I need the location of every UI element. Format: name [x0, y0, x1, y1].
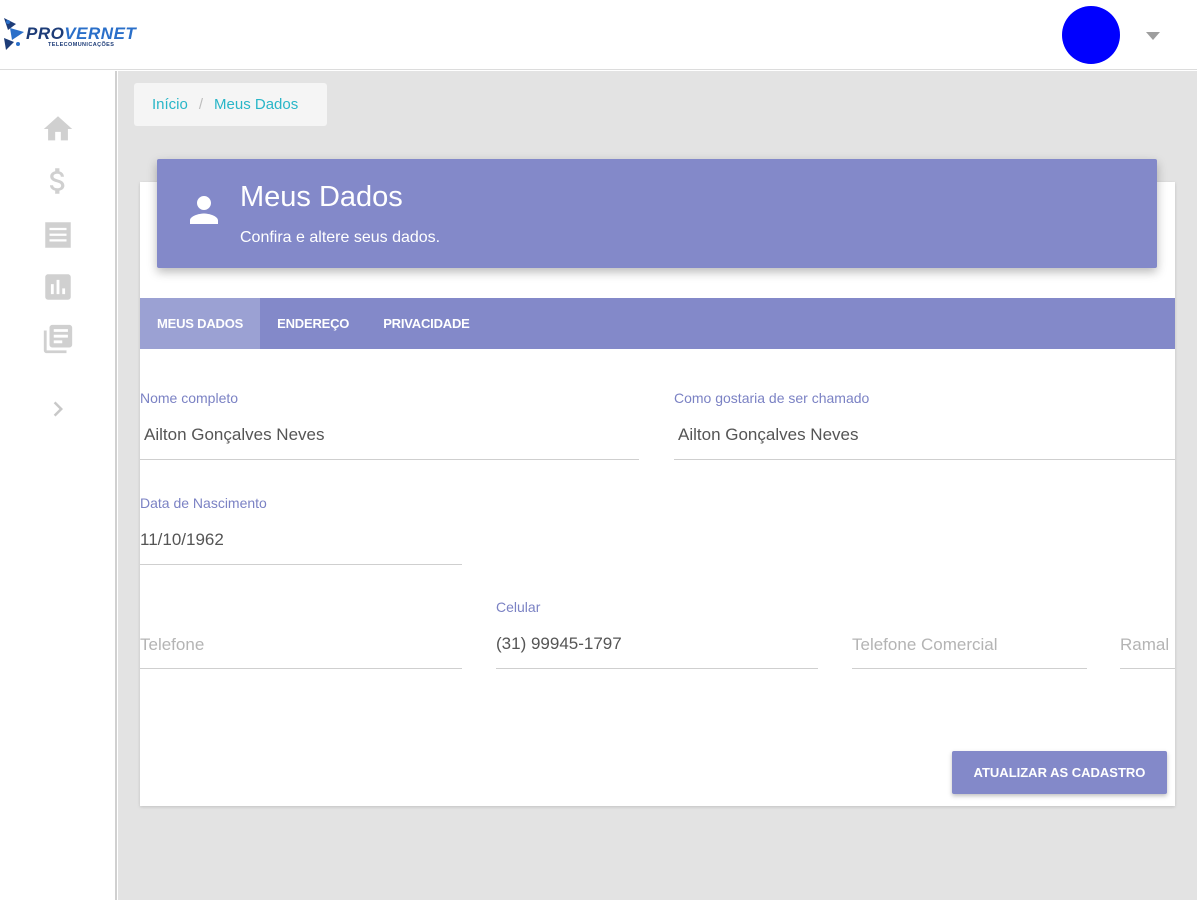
sidebar [0, 71, 117, 900]
breadcrumb-current[interactable]: Meus Dados [214, 96, 298, 113]
birth-date-label: Data de Nascimento [140, 495, 267, 511]
birth-date-field[interactable]: Data de Nascimento 11/10/1962 [140, 495, 462, 567]
sidebar-item-contracts[interactable] [40, 321, 76, 357]
sidebar-item-invoices[interactable] [40, 217, 76, 253]
top-bar: PROVERNET TELECOMUNICAÇÕES [0, 0, 1197, 70]
tab-meus-dados[interactable]: MEUS DADOS [140, 298, 261, 349]
nickname-input[interactable]: Ailton Gonçalves Neves [678, 425, 858, 445]
business-phone-underline [852, 668, 1087, 669]
brand-logo[interactable]: PROVERNET TELECOMUNICAÇÕES [2, 10, 142, 56]
extension-underline [1120, 668, 1175, 669]
sidebar-expand-button[interactable] [40, 391, 76, 427]
profile-card: Nome completo Ailton Gonçalves Neves Com… [140, 182, 1175, 806]
card-title: Meus Dados [240, 181, 403, 213]
breadcrumb-home-link[interactable]: Início [152, 96, 188, 113]
chevron-right-icon [53, 401, 63, 417]
birth-date-input[interactable]: 11/10/1962 [140, 530, 224, 550]
user-avatar[interactable] [1062, 6, 1120, 64]
library-books-icon [43, 324, 73, 354]
card-header: Meus Dados Confira e altere seus dados. [157, 159, 1157, 268]
mobile-label: Celular [496, 599, 541, 615]
sidebar-item-financial[interactable] [40, 163, 76, 199]
bar-chart-icon [45, 274, 71, 300]
tab-privacidade[interactable]: PRIVACIDADE [366, 298, 486, 349]
update-profile-button[interactable]: ATUALIZAR AS CADASTRO [952, 751, 1167, 794]
breadcrumb: Início / Meus Dados [134, 83, 327, 126]
home-icon [43, 116, 73, 141]
sidebar-item-reports[interactable] [40, 269, 76, 305]
person-icon [190, 196, 218, 224]
full-name-field[interactable]: Nome completo Ailton Gonçalves Neves [140, 390, 640, 462]
phone-underline [140, 668, 462, 669]
account-menu-caret-icon[interactable] [1146, 32, 1160, 40]
mobile-underline [496, 668, 818, 669]
mobile-field[interactable]: Celular (31) 99945-1797 [496, 599, 818, 671]
full-name-input[interactable]: Ailton Gonçalves Neves [144, 425, 324, 445]
business-phone-input[interactable]: Telefone Comercial [852, 635, 998, 655]
phone-field[interactable]: Telefone [140, 599, 462, 671]
extension-field[interactable]: Ramal [1120, 599, 1175, 671]
full-name-underline [140, 459, 639, 460]
list-icon [45, 222, 71, 248]
full-name-label: Nome completo [140, 390, 239, 406]
nickname-underline [674, 459, 1175, 460]
phone-input[interactable]: Telefone [140, 635, 204, 655]
brand-tagline: TELECOMUNICAÇÕES [48, 42, 115, 48]
sidebar-item-home[interactable] [40, 111, 76, 147]
tab-bar: MEUS DADOS ENDEREÇO PRIVACIDADE [140, 298, 1175, 349]
birth-date-underline [140, 564, 462, 565]
breadcrumb-separator: / [198, 96, 204, 113]
extension-input[interactable]: Ramal [1120, 635, 1169, 655]
nickname-label: Como gostaria de ser chamado [674, 390, 870, 406]
mobile-input[interactable]: (31) 99945-1797 [496, 634, 622, 654]
card-subtitle: Confira e altere seus dados. [240, 229, 441, 246]
main-content: Início / Meus Dados Nome completo Ailton… [118, 71, 1197, 900]
dollar-icon [49, 168, 65, 194]
brand-name: PROVERNET [26, 24, 137, 43]
business-phone-field[interactable]: Telefone Comercial [852, 599, 1087, 671]
tab-endereco[interactable]: ENDEREÇO [260, 298, 366, 349]
nickname-field[interactable]: Como gostaria de ser chamado Ailton Gonç… [674, 390, 1175, 462]
